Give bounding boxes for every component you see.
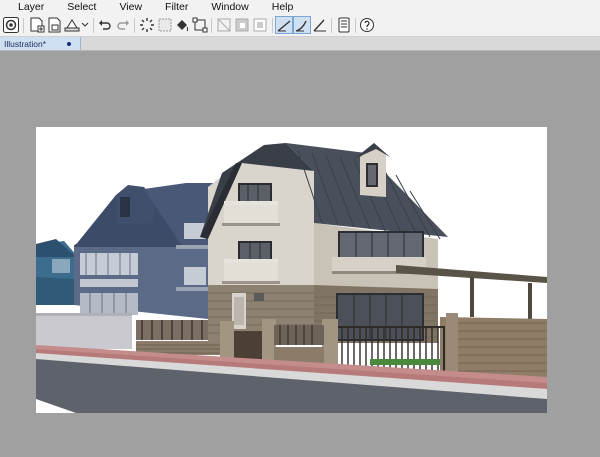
- menu-view[interactable]: View: [105, 0, 151, 15]
- help-icon[interactable]: [359, 17, 375, 33]
- select-all-icon[interactable]: [157, 17, 173, 33]
- redo-icon[interactable]: [115, 17, 131, 33]
- tab-illustration-label: Illustration*: [4, 38, 47, 49]
- menu-help[interactable]: Help: [258, 0, 303, 15]
- perspective-icon[interactable]: [312, 17, 328, 33]
- menu-window[interactable]: Window: [197, 0, 257, 15]
- fill-icon[interactable]: [174, 17, 190, 33]
- transform-icon[interactable]: [192, 17, 208, 33]
- fill-layer-icon[interactable]: [252, 17, 268, 33]
- loading-icon[interactable]: [139, 17, 155, 33]
- save-icon[interactable]: [64, 17, 80, 33]
- ruler-icon[interactable]: [275, 16, 293, 34]
- snap-ruler-icon[interactable]: [293, 16, 311, 34]
- menu-filter[interactable]: Filter: [151, 0, 197, 15]
- tablet-icon[interactable]: [336, 17, 352, 33]
- menu-select[interactable]: Select: [53, 0, 105, 15]
- canvas[interactable]: [36, 127, 547, 413]
- open-icon[interactable]: [47, 17, 63, 33]
- menu-layer[interactable]: Layer: [0, 0, 53, 15]
- app-menu-icon[interactable]: [3, 17, 19, 33]
- tab-illustration[interactable]: Illustration*: [0, 37, 81, 50]
- dropdown-icon[interactable]: [80, 17, 90, 33]
- house-illustration: [36, 127, 547, 413]
- tab-close-icon[interactable]: [67, 41, 71, 46]
- document-tab-bar: Illustration*: [0, 37, 600, 51]
- menu-bar: Layer Select View Filter Window Help: [0, 0, 600, 15]
- undo-icon[interactable]: [97, 17, 113, 33]
- clear-icon[interactable]: [216, 17, 232, 33]
- new-canvas-icon[interactable]: [29, 17, 45, 33]
- command-bar: [0, 15, 600, 37]
- clear-outside-icon[interactable]: [234, 17, 250, 33]
